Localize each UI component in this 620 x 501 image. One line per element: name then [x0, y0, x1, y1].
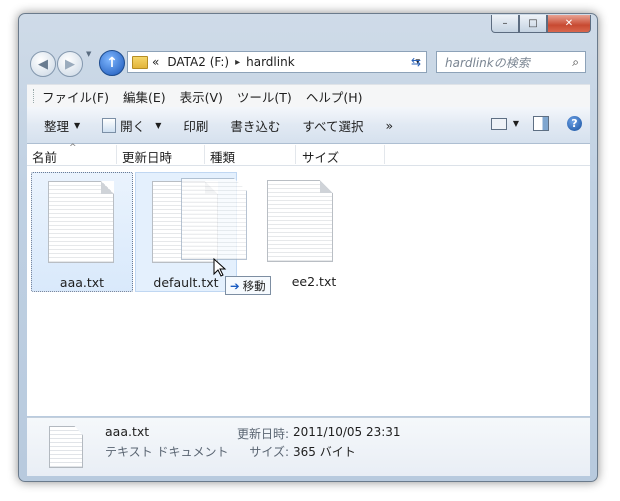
menu-grip	[33, 89, 36, 103]
text-file-icon	[49, 426, 83, 468]
sort-ascending-icon: ^	[69, 143, 77, 153]
notepad-icon	[102, 117, 117, 133]
chevron-down-icon[interactable]: ▼	[513, 119, 519, 128]
page-fold	[101, 181, 114, 194]
dragged-file-icon	[181, 178, 247, 260]
minimize-button[interactable]: –	[491, 15, 519, 33]
open-label: 開く	[120, 118, 146, 134]
column-size[interactable]: サイズ	[302, 147, 339, 166]
search-placeholder: hardlinkの検索	[445, 55, 530, 70]
view-icon[interactable]	[490, 117, 507, 130]
column-divider[interactable]	[295, 145, 296, 164]
select-all-label: すべて選択	[302, 118, 364, 134]
move-arrow-icon: ➔	[230, 278, 240, 293]
file-name: ee2.txt	[291, 274, 337, 289]
column-headers: 名前 ^ 更新日時 種類 サイズ	[27, 143, 590, 166]
back-button[interactable]: ◀	[30, 51, 56, 77]
more-commands-label: »	[385, 117, 394, 133]
menu-edit[interactable]: 編集(E)	[123, 87, 166, 106]
search-icon[interactable]: ⌕	[572, 55, 579, 70]
back-arrow-icon: ◀	[38, 56, 48, 72]
maximize-button[interactable]: □	[519, 15, 547, 33]
column-divider[interactable]	[204, 145, 205, 164]
preview-pane-icon[interactable]	[533, 116, 549, 131]
print-label: 印刷	[183, 118, 209, 134]
details-pane: aaa.txt テキスト ドキュメント 更新日時: 2011/10/05 23:…	[27, 417, 590, 476]
refresh-button[interactable]: ⇆	[404, 52, 428, 72]
column-divider[interactable]	[116, 145, 117, 164]
print-button[interactable]: 印刷	[183, 116, 208, 135]
details-size-label: サイズ:	[249, 445, 289, 459]
organize-label: 整理	[44, 118, 70, 134]
open-button[interactable]: 開く ▼	[102, 116, 161, 135]
menu-bar: ファイル(F) 編集(E) 表示(V) ツール(T) ヘルプ(H)	[27, 84, 590, 108]
file-name: aaa.txt	[59, 275, 105, 290]
drag-ghost	[167, 178, 257, 278]
details-modified-label: 更新日時:	[236, 427, 289, 441]
file-item-aaa[interactable]: aaa.txt	[31, 172, 133, 292]
address-bar[interactable]: « DATA2 (F:) ▸ hardlink ▾	[127, 51, 427, 73]
caption-buttons: – □ ✕	[491, 15, 591, 33]
organize-button[interactable]: 整理 ▼	[44, 116, 80, 135]
menu-file[interactable]: ファイル(F)	[42, 87, 109, 106]
column-modified[interactable]: 更新日時	[122, 147, 172, 166]
details-modified-value: 2011/10/05 23:31	[293, 425, 401, 439]
up-arrow-icon: ↑	[106, 55, 118, 71]
chevron-down-icon: ▼	[155, 120, 162, 130]
refresh-icon: ⇆	[410, 55, 422, 69]
file-list: 名前 ^ 更新日時 種類 サイズ aaa.txt default.txt ee2…	[27, 143, 590, 416]
breadcrumb-drive[interactable]: DATA2 (F:)	[167, 55, 229, 69]
menu-tools[interactable]: ツール(T)	[237, 87, 292, 106]
forward-button[interactable]: ▶	[57, 51, 83, 77]
breadcrumb-folder[interactable]: hardlink	[246, 55, 295, 69]
menu-help[interactable]: ヘルプ(H)	[306, 87, 363, 106]
search-input[interactable]: hardlinkの検索 ⌕	[436, 51, 586, 73]
drag-tip-label: 移動	[242, 278, 266, 293]
burn-label: 書き込む	[230, 118, 281, 134]
file-item-ee2[interactable]: ee2.txt	[251, 172, 353, 292]
mouse-cursor-icon	[213, 258, 227, 277]
select-all-button[interactable]: すべて選択	[302, 116, 363, 135]
burn-button[interactable]: 書き込む	[230, 116, 280, 135]
page-fold	[320, 180, 333, 193]
help-icon[interactable]: ?	[567, 116, 582, 131]
chevron-down-icon: ▼	[74, 120, 81, 130]
column-name[interactable]: 名前	[32, 147, 57, 166]
more-commands-button[interactable]: »	[386, 118, 394, 133]
forward-arrow-icon: ▶	[65, 56, 75, 72]
column-type[interactable]: 種類	[210, 147, 235, 166]
breadcrumb-overflow[interactable]: «	[152, 55, 159, 69]
drag-move-tooltip: ➔ 移動	[225, 276, 271, 295]
details-file-type: テキスト ドキュメント	[105, 445, 229, 459]
command-bar: 整理 ▼ 開く ▼ 印刷 書き込む すべて選択 » ▼ ?	[27, 107, 590, 144]
column-divider[interactable]	[384, 145, 385, 164]
close-button[interactable]: ✕	[547, 15, 591, 33]
history-dropdown-icon[interactable]: ▼	[86, 50, 91, 58]
toolbar-right: ▼ ?	[490, 116, 582, 131]
breadcrumb-separator[interactable]: ▸	[235, 57, 240, 68]
details-size-value: 365 バイト	[293, 445, 356, 459]
menu-view[interactable]: 表示(V)	[180, 87, 223, 106]
up-button[interactable]: ↑	[99, 50, 125, 76]
folder-icon	[132, 55, 148, 69]
details-file-name: aaa.txt	[105, 424, 150, 439]
